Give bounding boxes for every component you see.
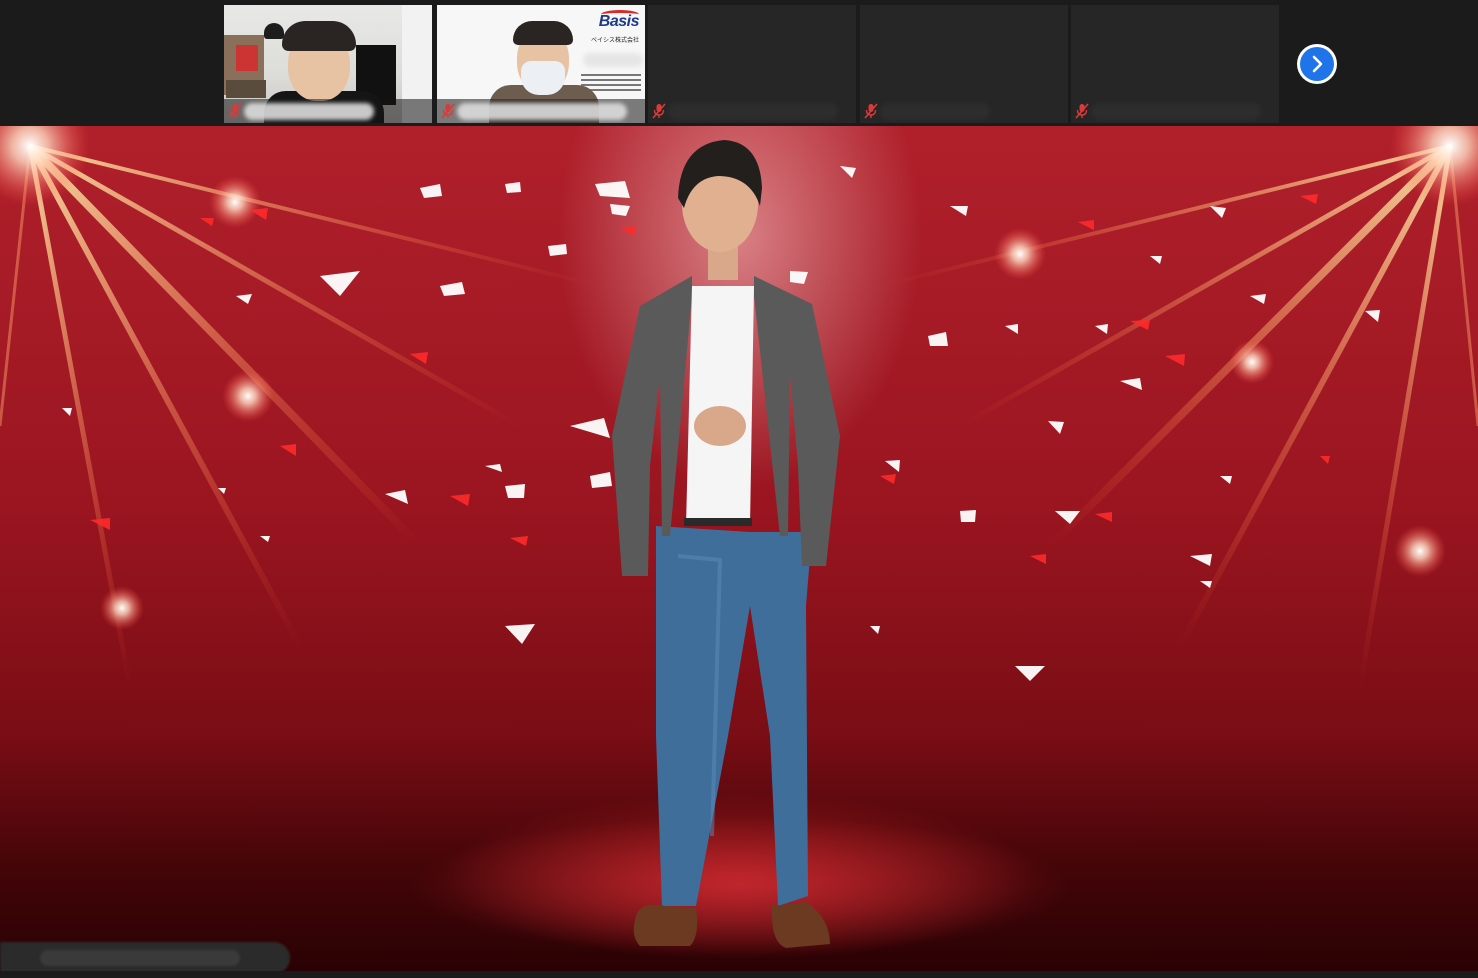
participant-tile[interactable] (860, 5, 1068, 123)
name-bar (224, 99, 432, 123)
name-bar (648, 99, 856, 123)
chevron-right-icon (1312, 55, 1323, 73)
participant-tile[interactable] (224, 5, 432, 123)
face-mask (521, 61, 565, 95)
participant-name (244, 103, 374, 120)
company-name: ベイシス株式会社 (590, 38, 639, 44)
bottom-edge (0, 971, 1478, 978)
speaker-name-tag (0, 942, 290, 974)
participant-video (513, 21, 573, 45)
microphone-muted-icon (228, 103, 242, 119)
participant-name (668, 103, 838, 120)
participant-tile[interactable] (648, 5, 856, 123)
microphone-muted-icon (652, 103, 666, 119)
speaker-name (40, 950, 240, 966)
name-bar (860, 99, 1068, 123)
participant-name (1091, 103, 1261, 120)
microphone-muted-icon (441, 103, 455, 119)
video-background (264, 23, 284, 39)
presenter-video (612, 140, 840, 948)
name-bar (437, 99, 645, 123)
active-speaker-video[interactable] (0, 126, 1478, 971)
participant-tile[interactable] (1071, 5, 1279, 123)
name-bar (1071, 99, 1279, 123)
next-page-button[interactable] (1297, 44, 1337, 84)
participant-name (457, 103, 627, 120)
video-background (236, 45, 258, 71)
participant-strip: Basis ベイシス株式会社 (0, 0, 1478, 126)
company-logo: Basis (598, 13, 640, 30)
video-background (226, 80, 266, 98)
participant-name (880, 103, 990, 120)
blurred-text (583, 53, 643, 67)
microphone-muted-icon (1075, 103, 1089, 119)
participant-tile[interactable]: Basis ベイシス株式会社 (437, 5, 645, 123)
participant-video (282, 21, 356, 51)
microphone-muted-icon (864, 103, 878, 119)
